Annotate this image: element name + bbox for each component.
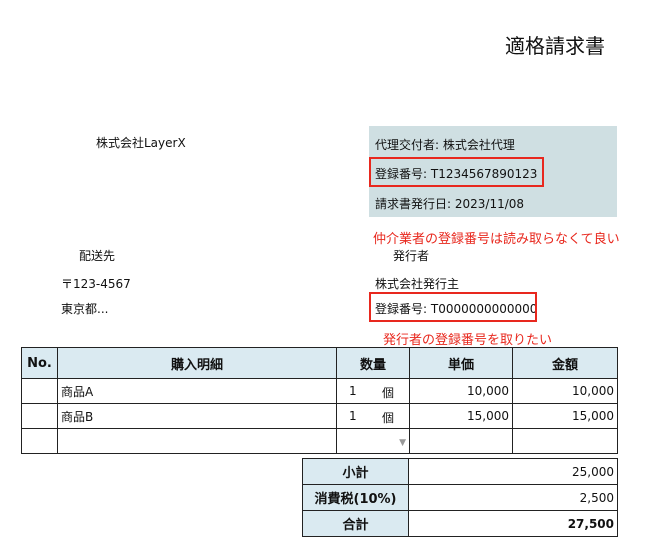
agent-issuer: 代理交付者: 株式会社代理 [375,138,515,152]
tax-row: 消費税(10%) 2,500 [302,484,618,511]
document-title: 適格請求書 [505,34,605,58]
table-row: 商品A 1 個 10,000 10,000 [21,378,618,404]
table-header-row: No. 購入明細 数量 単価 金額 [21,347,618,379]
row-quantity-cell[interactable]: 1 個 [336,378,410,404]
subtotal-row: 小計 25,000 [302,458,618,485]
table-row-empty: ▼ [21,428,618,454]
agent-annotation-note: 仲介業者の登録番号は読み取らなくて良い [373,232,620,247]
row-quantity-dropdown[interactable]: ▼ [336,428,410,454]
row-unit-price[interactable]: 15,000 [409,403,513,429]
issuer-registration-highlight [369,292,537,322]
issuer-label: 発行者 [393,249,430,263]
row-amount[interactable]: 15,000 [512,403,618,429]
line-items-table: No. 購入明細 数量 単価 金額 商品A 1 個 10,000 10,000 … [21,347,618,454]
issue-date: 請求書発行日: 2023/11/08 [375,197,525,211]
header-quantity: 数量 [336,347,410,379]
row-no[interactable] [21,428,58,454]
header-amount: 金額 [512,347,618,379]
row-unit-price[interactable]: 10,000 [409,378,513,404]
header-description: 購入明細 [57,347,337,379]
row-amount[interactable]: 10,000 [512,378,618,404]
row-quantity-cell[interactable]: 1 個 [336,403,410,429]
row-description[interactable] [57,428,337,454]
row-description[interactable]: 商品A [57,378,337,404]
tax-value: 2,500 [408,484,618,511]
row-amount[interactable] [512,428,618,454]
agent-registration-highlight [369,157,544,187]
header-unit-price: 単価 [409,347,513,379]
header-no: No. [21,347,58,379]
total-value: 27,500 [408,510,618,537]
row-unit-label: 個 [382,411,395,425]
tax-label: 消費税(10%) [302,484,409,511]
row-unit-label: 個 [382,386,395,400]
row-quantity: 1 [349,384,357,398]
issuer-annotation-note: 発行者の登録番号を取りたい [383,333,553,348]
destination-label: 配送先 [79,249,116,263]
table-row: 商品B 1 個 15,000 15,000 [21,403,618,429]
row-no[interactable] [21,378,58,404]
row-no[interactable] [21,403,58,429]
issuer-name: 株式会社発行主 [375,277,460,291]
row-quantity: 1 [349,409,357,423]
row-description[interactable]: 商品B [57,403,337,429]
chevron-down-icon[interactable]: ▼ [399,438,406,448]
destination-address: 東京都... [61,302,109,316]
total-label: 合計 [302,510,409,537]
totals-table: 小計 25,000 消費税(10%) 2,500 合計 27,500 [302,458,618,537]
subtotal-value: 25,000 [408,458,618,485]
bill-to-company: 株式会社LayerX [96,136,186,150]
subtotal-label: 小計 [302,458,409,485]
destination-postal-code: 〒123-4567 [61,277,131,291]
total-row: 合計 27,500 [302,510,618,537]
row-unit-price[interactable] [409,428,513,454]
